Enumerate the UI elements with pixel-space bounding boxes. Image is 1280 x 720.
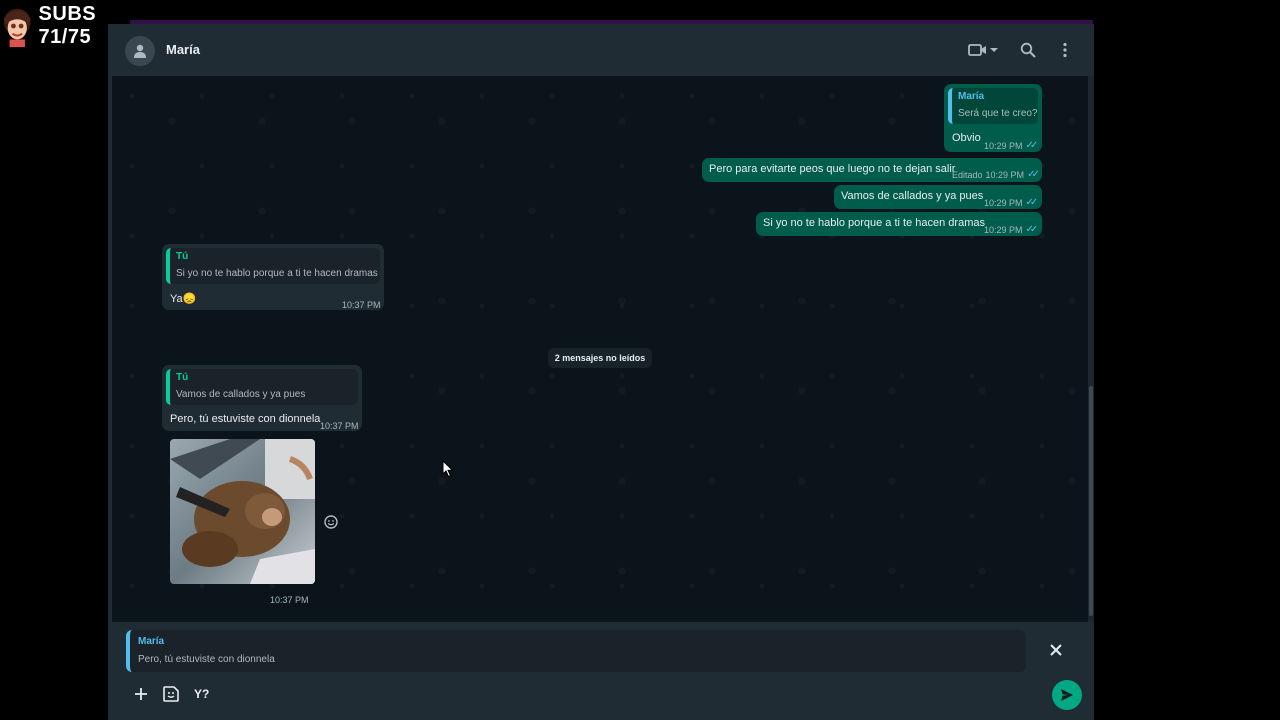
message-text: Pero, tú estuviste con dionnela (170, 413, 321, 425)
message-time: 10:37 PM (342, 300, 381, 310)
quote-author: Tú (176, 372, 189, 383)
video-call-dropdown[interactable] (986, 38, 1002, 62)
message-time: 10:37 PM (270, 595, 309, 605)
avatar-icon (134, 44, 146, 58)
anime-avatar-icon (3, 8, 31, 48)
smiley-icon (324, 515, 338, 529)
message-text: Obvio (952, 132, 981, 144)
video-call-icon (968, 44, 986, 56)
unread-divider: 2 mensajes no leídos (548, 348, 652, 368)
message-time: 10:29 PM (984, 140, 1023, 151)
menu-icon (1063, 42, 1067, 58)
quote-author: Tú (176, 251, 189, 262)
message-time: 10:37 PM (320, 421, 359, 431)
quoted-message[interactable]: Tú Vamos de callados y ya pues (166, 369, 358, 405)
message-bubble-incoming[interactable]: Tú Vamos de callados y ya pues Pero, tú … (162, 365, 362, 431)
message-list[interactable]: María Será que te creo? Obvio 10:29 PM ✓… (112, 76, 1088, 622)
close-icon (1050, 644, 1062, 656)
search-button[interactable] (1016, 38, 1040, 62)
message-text-content: Ya (170, 293, 183, 305)
sticker-button[interactable] (161, 684, 181, 704)
message-text: Pero para evitarte peos que luego no te … (709, 163, 956, 175)
message-bubble-outgoing[interactable]: María Será que te creo? Obvio 10:29 PM ✓… (944, 84, 1042, 152)
scrollbar-thumb[interactable] (1089, 386, 1093, 616)
chat-window: María María Será que te creo? Obvio 10:2… (108, 24, 1094, 720)
react-button[interactable] (323, 514, 339, 530)
quoted-message[interactable]: Tú Si yo no te hablo porque a ti te hace… (166, 248, 380, 284)
search-icon (1020, 42, 1036, 58)
message-input[interactable] (192, 682, 1046, 706)
quoted-message[interactable]: María Será que te creo? (948, 88, 1038, 124)
reply-preview[interactable]: María Pero, tú estuviste con dionnela (126, 630, 1026, 672)
contact-name[interactable]: María (166, 42, 200, 57)
composer: María Pero, tú estuviste con dionnela (112, 622, 1094, 720)
message-meta: 10:37 PM (320, 421, 359, 431)
message-time: 10:29 PM (984, 197, 1023, 208)
mouse-cursor-icon (442, 460, 454, 478)
reply-author: María (138, 636, 165, 647)
message-meta: 10:37 PM (270, 595, 309, 605)
plus-icon (135, 688, 147, 700)
attach-button[interactable] (131, 684, 151, 704)
read-receipt-icon: ✓✓ (1027, 169, 1040, 180)
chat-header: María (108, 24, 1094, 76)
sticker-icon (163, 686, 179, 702)
chevron-down-icon (990, 48, 998, 52)
quote-text: Será que te creo? (958, 108, 1038, 119)
message-bubble-incoming[interactable]: Tú Si yo no te hablo porque a ti te hace… (162, 244, 384, 310)
message-text: Ya😞 (170, 292, 196, 305)
message-meta: 10:29 PM ✓✓ (984, 197, 1039, 208)
message-time: 10:29 PM (985, 169, 1025, 180)
menu-button[interactable] (1053, 38, 1077, 62)
message-bubble-outgoing[interactable]: Pero para evitarte peos que luego no te … (702, 158, 1042, 182)
monkey-photo-image (170, 439, 315, 584)
message-meta: 10:37 PM (342, 300, 381, 310)
close-reply-button[interactable] (1048, 642, 1064, 658)
message-text: Si yo no te hablo porque a ti te hacen d… (763, 217, 985, 229)
message-meta: 10:29 PM ✓✓ (984, 224, 1039, 235)
quote-author: María (958, 91, 985, 102)
contact-avatar[interactable] (125, 36, 155, 66)
quote-text: Si yo no te hablo porque a ti te hacen d… (176, 268, 378, 279)
quote-text: Vamos de callados y ya pues (176, 389, 306, 400)
reply-text: Pero, tú estuviste con dionnela (138, 654, 275, 665)
read-receipt-icon: ✓✓ (1025, 140, 1039, 151)
message-text: Vamos de callados y ya pues (841, 190, 984, 202)
message-bubble-outgoing[interactable]: Vamos de callados y ya pues 10:29 PM ✓✓ (834, 185, 1042, 209)
read-receipt-icon: ✓✓ (1025, 224, 1039, 235)
message-time: 10:29 PM (984, 224, 1023, 235)
message-bubble-outgoing[interactable]: Si yo no te hablo porque a ti te hacen d… (756, 212, 1042, 236)
image-message[interactable] (170, 439, 315, 584)
message-meta: 10:29 PM ✓✓ (984, 140, 1039, 151)
sad-face-emoji: 😞 (182, 293, 197, 305)
edited-label: Editado (952, 169, 983, 180)
read-receipt-icon: ✓✓ (1025, 197, 1039, 208)
send-button[interactable] (1052, 680, 1082, 710)
message-meta: Editado 10:29 PM ✓✓ (952, 169, 1040, 180)
send-icon (1061, 689, 1073, 701)
